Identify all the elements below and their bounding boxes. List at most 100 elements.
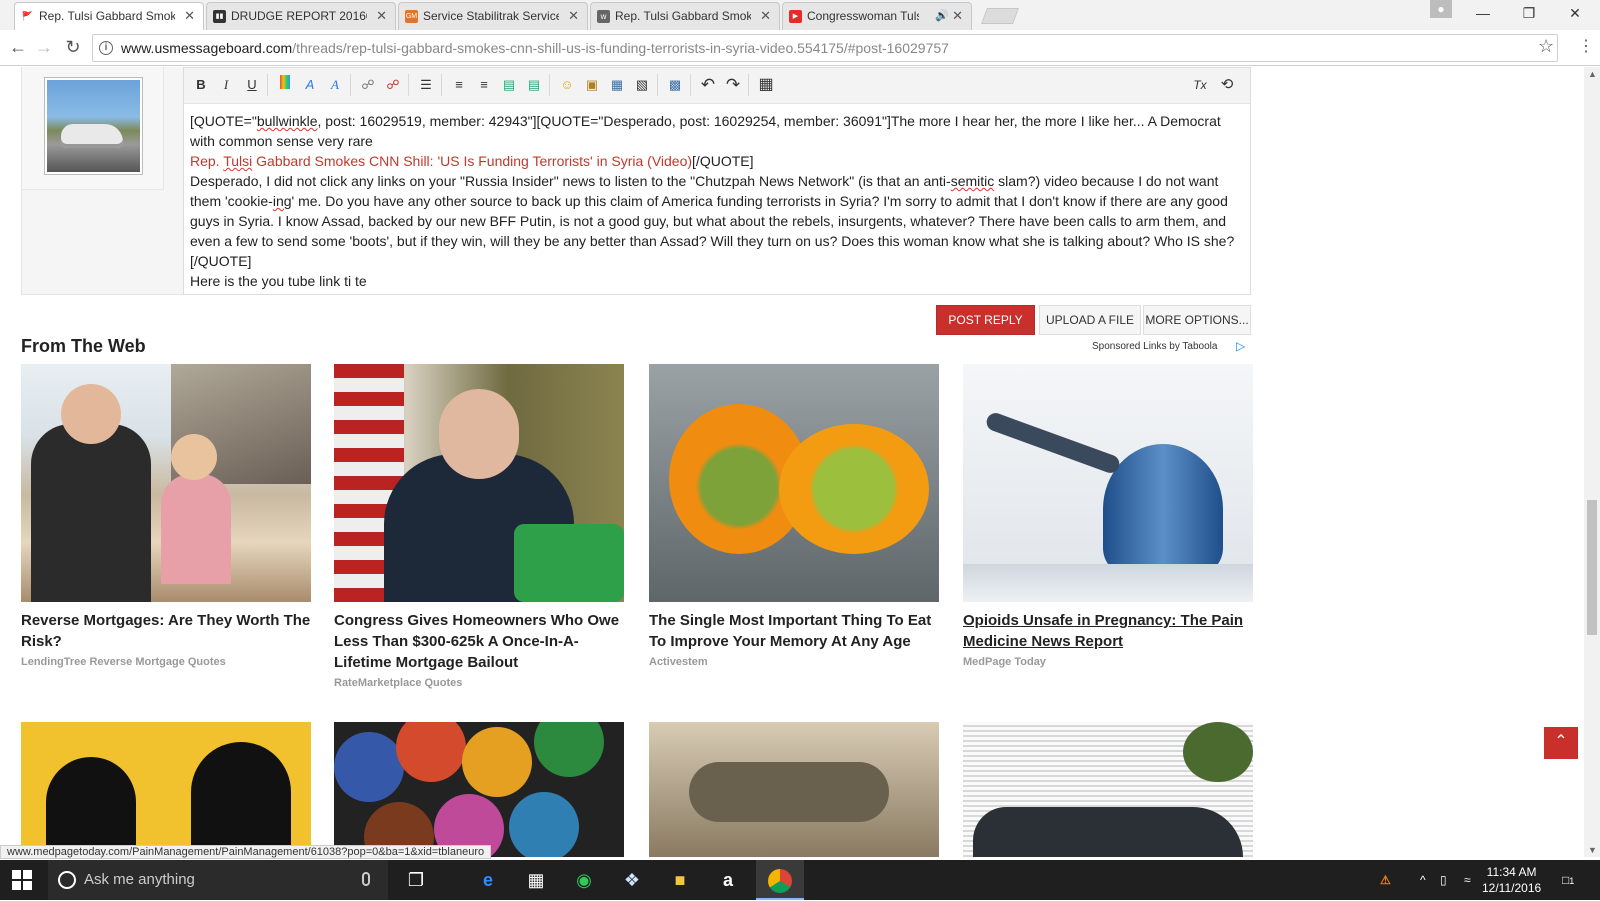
- font-size-icon[interactable]: A: [300, 75, 320, 95]
- quote-icon[interactable]: ▧: [632, 75, 652, 95]
- more-options-button[interactable]: MORE OPTIONS...: [1143, 305, 1251, 335]
- text-span: , post: 16029519, member: 42943"][QUOTE=…: [190, 113, 1221, 149]
- scroll-down-arrow-icon[interactable]: ▼: [1588, 845, 1597, 855]
- redo-icon[interactable]: ↷: [723, 75, 743, 95]
- wifi-icon[interactable]: ≈: [1464, 860, 1471, 900]
- image-icon[interactable]: ▣: [582, 75, 602, 95]
- chrome-icon[interactable]: [756, 860, 804, 900]
- post-reply-button[interactable]: POST REPLY: [936, 305, 1035, 335]
- back-arrow-icon[interactable]: ←: [6, 36, 30, 60]
- bullet-list-icon[interactable]: ≡: [449, 75, 469, 95]
- maximize-button[interactable]: ❐: [1506, 0, 1552, 28]
- indent-icon[interactable]: ▤: [524, 75, 544, 95]
- ad-card[interactable]: Reverse Mortgages: Are They Worth The Ri…: [21, 364, 311, 668]
- store-icon[interactable]: ▦: [522, 866, 550, 894]
- system-clock[interactable]: 11:34 AM 12/11/2016: [1482, 864, 1541, 896]
- edge-browser-icon[interactable]: e: [474, 866, 502, 894]
- scroll-thumb[interactable]: [1587, 500, 1597, 635]
- tab-close-icon[interactable]: ✕: [952, 3, 963, 29]
- underline-button[interactable]: U: [242, 75, 262, 95]
- new-tab-button[interactable]: [981, 8, 1019, 24]
- toggle-bbcode-icon[interactable]: ⟲: [1217, 75, 1237, 95]
- tab-tulsi-gabbard-2[interactable]: w Rep. Tulsi Gabbard Smok ✕: [590, 2, 780, 30]
- menu-dots-icon[interactable]: ⋮: [1578, 36, 1594, 56]
- battery-icon[interactable]: ▯: [1440, 860, 1447, 900]
- notification-center-icon[interactable]: □1: [1562, 860, 1574, 901]
- tripadvisor-icon[interactable]: ◉: [570, 866, 598, 894]
- tab-congresswoman-youtube[interactable]: ▶ Congresswoman Tuls 🔊 ✕: [782, 2, 972, 30]
- numbered-list-icon[interactable]: ≡: [474, 75, 494, 95]
- ad-source[interactable]: Activestem: [649, 656, 939, 668]
- task-view-icon[interactable]: ❐: [402, 866, 430, 894]
- text-color-icon[interactable]: [275, 75, 295, 95]
- editor-text[interactable]: [QUOTE="bullwinkle, post: 16029519, memb…: [190, 111, 1240, 291]
- minimize-button[interactable]: —: [1460, 0, 1506, 28]
- media-icon[interactable]: ▦: [607, 75, 627, 95]
- tab-service-stabilitrak[interactable]: GM Service Stabilitrak Service ✕: [398, 2, 588, 30]
- bookmark-star-icon[interactable]: ☆: [1538, 36, 1554, 57]
- tab-close-icon[interactable]: ✕: [760, 3, 771, 29]
- avatar[interactable]: [44, 77, 143, 175]
- kiwano-fruit-image[interactable]: [649, 364, 939, 602]
- coffee-pods-image[interactable]: [334, 722, 624, 857]
- ad-headline[interactable]: Reverse Mortgages: Are They Worth The Ri…: [21, 610, 311, 652]
- file-explorer-icon[interactable]: ■: [666, 866, 694, 894]
- alert-tray-icon[interactable]: ⚠: [1380, 860, 1391, 900]
- microphone-icon[interactable]: [362, 872, 370, 886]
- tab-close-icon[interactable]: ✕: [184, 3, 195, 29]
- ad-card[interactable]: Opioids Unsafe in Pregnancy: The Pain Me…: [963, 364, 1253, 668]
- draft-icon[interactable]: ▩: [665, 75, 685, 95]
- align-icon[interactable]: ☰: [416, 75, 436, 95]
- ad-card[interactable]: Congress Gives Homeowners Who Owe Less T…: [334, 364, 624, 689]
- ad-headline[interactable]: The Single Most Important Thing To Eat T…: [649, 610, 939, 652]
- back-to-top-button[interactable]: ⌃: [1544, 727, 1578, 759]
- spartan-image[interactable]: [21, 722, 311, 857]
- quote-link[interactable]: Rep. Tulsi Gabbard Smokes CNN Shill: 'US…: [190, 153, 692, 169]
- ad-card[interactable]: The Single Most Important Thing To Eat T…: [649, 364, 939, 668]
- tab-title: Rep. Tulsi Gabbard Smok: [39, 9, 175, 23]
- senator-image[interactable]: [334, 364, 624, 602]
- ad-source[interactable]: RateMarketplace Quotes: [334, 677, 624, 689]
- ad-source[interactable]: LendingTree Reverse Mortgage Quotes: [21, 656, 311, 668]
- speaker-icon[interactable]: 🔊: [935, 3, 949, 29]
- address-bar[interactable]: i www.usmessageboard.com/threads/rep-tul…: [92, 34, 1558, 62]
- page-scrollbar[interactable]: ▲ ▼: [1584, 67, 1600, 857]
- cortana-search-box[interactable]: Ask me anything: [48, 860, 388, 900]
- scroll-up-arrow-icon[interactable]: ▲: [1588, 69, 1597, 79]
- close-window-button[interactable]: ✕: [1552, 0, 1598, 28]
- stethoscope-image[interactable]: [963, 364, 1253, 602]
- couple-beach-image[interactable]: [21, 364, 311, 602]
- upload-file-button[interactable]: UPLOAD A FILE: [1039, 305, 1141, 335]
- reload-icon[interactable]: ↻: [61, 36, 85, 60]
- link-icon[interactable]: ☍: [358, 75, 378, 95]
- tray-expand-icon[interactable]: ^: [1420, 860, 1426, 900]
- tab-drudge-report[interactable]: ▮▮ DRUDGE REPORT 2016® ✕: [206, 2, 396, 30]
- ad-headline[interactable]: Congress Gives Homeowners Who Owe Less T…: [334, 610, 624, 673]
- info-icon[interactable]: i: [99, 41, 113, 55]
- italic-button[interactable]: I: [216, 75, 236, 95]
- tab-close-icon[interactable]: ✕: [376, 3, 387, 29]
- remove-format-icon[interactable]: Tx: [1190, 75, 1210, 95]
- sponsored-links-label[interactable]: Sponsored Links by Taboola: [1092, 341, 1217, 352]
- undo-icon[interactable]: ↶: [698, 75, 718, 95]
- windows-start-icon[interactable]: [12, 870, 32, 890]
- bold-button[interactable]: B: [191, 75, 211, 95]
- profile-icon[interactable]: ●: [1430, 0, 1452, 18]
- ad-source[interactable]: MedPage Today: [963, 656, 1253, 668]
- smiley-icon[interactable]: ☺: [557, 75, 577, 95]
- soldiers-helicopter-image[interactable]: [649, 722, 939, 857]
- tab-tulsi-gabbard[interactable]: 🚩 Rep. Tulsi Gabbard Smok ✕: [14, 2, 204, 30]
- table-icon[interactable]: ▦: [756, 75, 776, 95]
- car-image[interactable]: [963, 722, 1253, 857]
- reply-editor[interactable]: B I U A A ☍ ☍ ☰ ≡ ≡ ▤ ▤ ☺ ▣ ▦ ▧ ▩ ↶ ↷ ▦ …: [183, 67, 1251, 295]
- dropbox-icon[interactable]: ❖: [618, 866, 646, 894]
- unlink-icon[interactable]: ☍: [383, 75, 403, 95]
- outdent-icon[interactable]: ▤: [499, 75, 519, 95]
- forward-arrow-icon[interactable]: →: [32, 36, 56, 60]
- tab-close-icon[interactable]: ✕: [568, 3, 579, 29]
- ad-headline[interactable]: Opioids Unsafe in Pregnancy: The Pain Me…: [963, 610, 1253, 652]
- taboola-icon[interactable]: ▷: [1236, 339, 1248, 353]
- quote-line: [QUOTE="bullwinkle, post: 16029519, memb…: [190, 111, 1240, 151]
- font-family-icon[interactable]: A: [325, 75, 345, 95]
- amazon-icon[interactable]: a: [714, 866, 742, 894]
